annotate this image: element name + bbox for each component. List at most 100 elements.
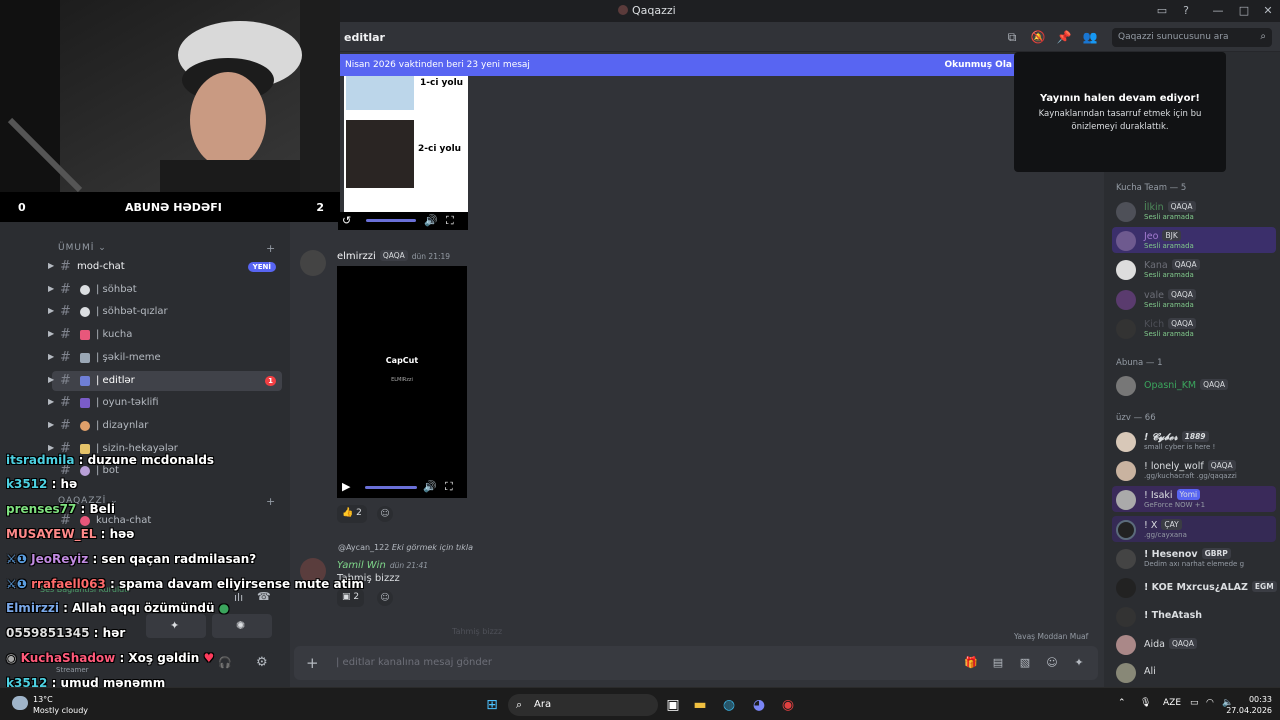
channel-oyun-teklifi[interactable]: ▶ # | oyun-təklifi xyxy=(48,393,282,413)
attach-plus-icon[interactable]: + xyxy=(306,654,319,672)
reaction-thumbs-up[interactable]: 👍 2 xyxy=(337,505,367,523)
member-item[interactable]: ! KOE Mxrcus¿ALAZ EGM xyxy=(1112,574,1277,600)
avatar xyxy=(1116,202,1136,222)
fullscreen-icon[interactable]: ⛶ xyxy=(446,214,454,228)
user-status: Streamer xyxy=(56,666,89,674)
maximize-button[interactable]: □ xyxy=(1232,2,1256,20)
inbox-icon[interactable]: ▭ xyxy=(1150,2,1174,20)
new-messages-bar[interactable]: Nisan 2026 vaktinden beri 23 yeni mesaj … xyxy=(340,54,1016,76)
replay-icon[interactable]: ↺ xyxy=(342,214,351,227)
headphones-icon[interactable]: 🎧 xyxy=(218,656,232,669)
close-button[interactable]: ✕ xyxy=(1256,2,1280,20)
video-player[interactable]: CapCut ELMIRzzi ▶ 🔊 ⛶ xyxy=(337,266,467,498)
help-icon[interactable]: ? xyxy=(1174,2,1198,20)
play-icon[interactable]: ▶ xyxy=(342,480,350,493)
threads-icon[interactable]: ⧉ xyxy=(1004,30,1020,44)
reaction[interactable]: ▣ 2 xyxy=(337,589,365,607)
avatar xyxy=(1116,319,1136,339)
gif-icon[interactable]: ▤ xyxy=(991,656,1005,670)
member-item[interactable]: Aida QAQA xyxy=(1112,631,1276,657)
channel-sohbet-qizlar[interactable]: ▶ # | söhbət-qızlar xyxy=(48,302,282,322)
activities-button[interactable]: ✦ xyxy=(146,614,206,638)
tray-overflow-icon[interactable]: ⌃ xyxy=(1118,698,1126,708)
member-item[interactable]: ! Isaki Yomi GeForce NOW +1 xyxy=(1112,486,1276,512)
members-icon[interactable]: 👥 xyxy=(1082,30,1098,44)
add-reaction-icon[interactable]: ☺ xyxy=(377,590,393,606)
grid-icon: ✦ xyxy=(170,619,180,632)
settings-icon[interactable]: ⚙ xyxy=(256,655,268,670)
start-icon[interactable]: ⊞ xyxy=(482,695,502,715)
thumb-2 xyxy=(346,120,414,188)
channel-sohbet[interactable]: ▶ # | söhbət xyxy=(48,280,282,300)
taskbar-search[interactable]: ⌕ Ara xyxy=(508,694,658,716)
edge-icon[interactable]: ◍ xyxy=(719,695,739,715)
channel-mod-chat[interactable]: ▶ # mod-chat YENİ xyxy=(48,257,282,277)
weather-widget[interactable]: 13°C Mostly cloudy xyxy=(33,694,88,716)
clock[interactable]: 00:33 27.04.2026 xyxy=(1226,694,1272,716)
language-indicator[interactable]: AZE xyxy=(1163,698,1181,708)
channel-editler[interactable]: ▶ # | editlər 1 xyxy=(48,371,282,391)
member-item[interactable]: ! TheAtash xyxy=(1112,603,1276,629)
mute-icon[interactable]: 🔕 xyxy=(1030,30,1046,44)
member-item[interactable]: Ali xyxy=(1112,659,1276,685)
member-item[interactable]: Kana QAQA Sesli aramada xyxy=(1112,256,1276,282)
soundboard-button[interactable]: ✺ xyxy=(212,614,272,638)
mark-read-button[interactable]: Okunmuş Ola xyxy=(944,60,1012,70)
discord-icon[interactable]: ◕ xyxy=(749,695,769,715)
member-item[interactable]: Kich QAQA Sesli aramada xyxy=(1112,315,1276,341)
member-section-uzv: üzv — 66 xyxy=(1116,413,1156,423)
avatar xyxy=(1116,260,1136,280)
file-explorer-icon[interactable]: ▬ xyxy=(690,695,710,715)
mic-icon[interactable]: 🎙 xyxy=(1140,698,1151,708)
input-placeholder: | editlar kanalına mesaj gönder xyxy=(336,657,492,668)
gift-icon[interactable]: 🎁 xyxy=(964,656,978,670)
author-name[interactable]: elmirzzi xyxy=(337,251,376,262)
progress-bar[interactable] xyxy=(366,219,416,222)
avatar[interactable] xyxy=(300,250,326,276)
popup-desc: Kaynaklarından tasarruf etmek için bu ön… xyxy=(1038,109,1202,132)
channel-kucha[interactable]: ▶ # | kucha xyxy=(48,325,282,345)
overlay-chat-line: Elmirzzi : Allah aqqı özümündü ● xyxy=(6,601,230,615)
channel-sekil-meme[interactable]: ▶ # | şəkil-meme xyxy=(48,348,282,368)
timestamp: dün 21:41 xyxy=(389,561,429,570)
pin-icon[interactable]: 📌 xyxy=(1056,30,1072,44)
avatar xyxy=(1116,461,1136,481)
message-input[interactable]: + | editlar kanalına mesaj gönder 🎁 ▤ ▧ … xyxy=(294,646,1098,680)
sticker-icon[interactable]: ▧ xyxy=(1018,656,1032,670)
member-item[interactable]: ! X ÇAY .gg/cayxana xyxy=(1112,516,1276,542)
apps-icon[interactable]: ✦ xyxy=(1072,656,1086,670)
member-item[interactable]: ! lonely_wolf QAQA .gg/kuchacraft .gg/qaqa… xyxy=(1112,457,1276,483)
progress-bar[interactable] xyxy=(365,486,417,489)
voice-wave-icon[interactable]: ılı xyxy=(234,591,243,604)
wifi-icon[interactable]: ◠ xyxy=(1206,698,1214,708)
reply-reference[interactable]: @Aycan_122 Eki görmek için tıkla xyxy=(338,543,473,552)
search-input[interactable]: Qaqazzi sunucusunu ara ⌕ xyxy=(1112,28,1272,47)
volume-icon[interactable]: 🔊 xyxy=(424,214,438,227)
member-item[interactable]: Opasni_KM QAQA xyxy=(1112,372,1276,398)
minimize-button[interactable]: — xyxy=(1206,2,1230,20)
fullscreen-icon[interactable]: ⛶ xyxy=(445,480,453,494)
add-reaction-icon[interactable]: ☺ xyxy=(377,506,393,522)
task-view-icon[interactable]: ▣ xyxy=(663,695,683,715)
disconnect-icon[interactable]: ☎ xyxy=(257,590,271,603)
category-umumi[interactable]: ÜMUMİ ⌄ xyxy=(58,243,107,253)
goal-current: 0 xyxy=(18,201,26,214)
message-image[interactable]: 1-ci yolu 2-ci yolu xyxy=(344,76,468,216)
member-item[interactable]: ! Hesenov GBRP Dedim axı narhat elemede g xyxy=(1112,545,1276,571)
volume-icon[interactable]: 🔊 xyxy=(423,480,437,493)
avatar xyxy=(1116,520,1136,540)
add-channel-icon[interactable]: + xyxy=(266,495,276,508)
member-item[interactable]: İlkin QAQA Sesli aramada xyxy=(1112,198,1276,224)
display-icon[interactable]: ▭ xyxy=(1190,698,1199,708)
author-name[interactable]: Yamil Win xyxy=(337,560,386,571)
channel-dizaynlar[interactable]: ▶ # | dizaynlar xyxy=(48,416,282,436)
picture-icon xyxy=(80,353,90,363)
avatar xyxy=(1116,663,1136,683)
member-item[interactable]: vale QAQA Sesli aramada xyxy=(1112,286,1276,312)
app-icon[interactable]: ◉ xyxy=(778,695,798,715)
new-messages-text: Nisan 2026 vaktinden beri 23 yeni mesaj xyxy=(345,60,530,70)
member-item[interactable]: Jeo BJK Sesli aramada xyxy=(1112,227,1276,253)
add-channel-icon[interactable]: + xyxy=(266,242,276,255)
emoji-icon[interactable]: ☺ xyxy=(1045,656,1059,670)
member-item[interactable]: ! 𝓒𝔂𝓫𝓮𝓻 1889 small cyber is here ! xyxy=(1112,428,1276,454)
